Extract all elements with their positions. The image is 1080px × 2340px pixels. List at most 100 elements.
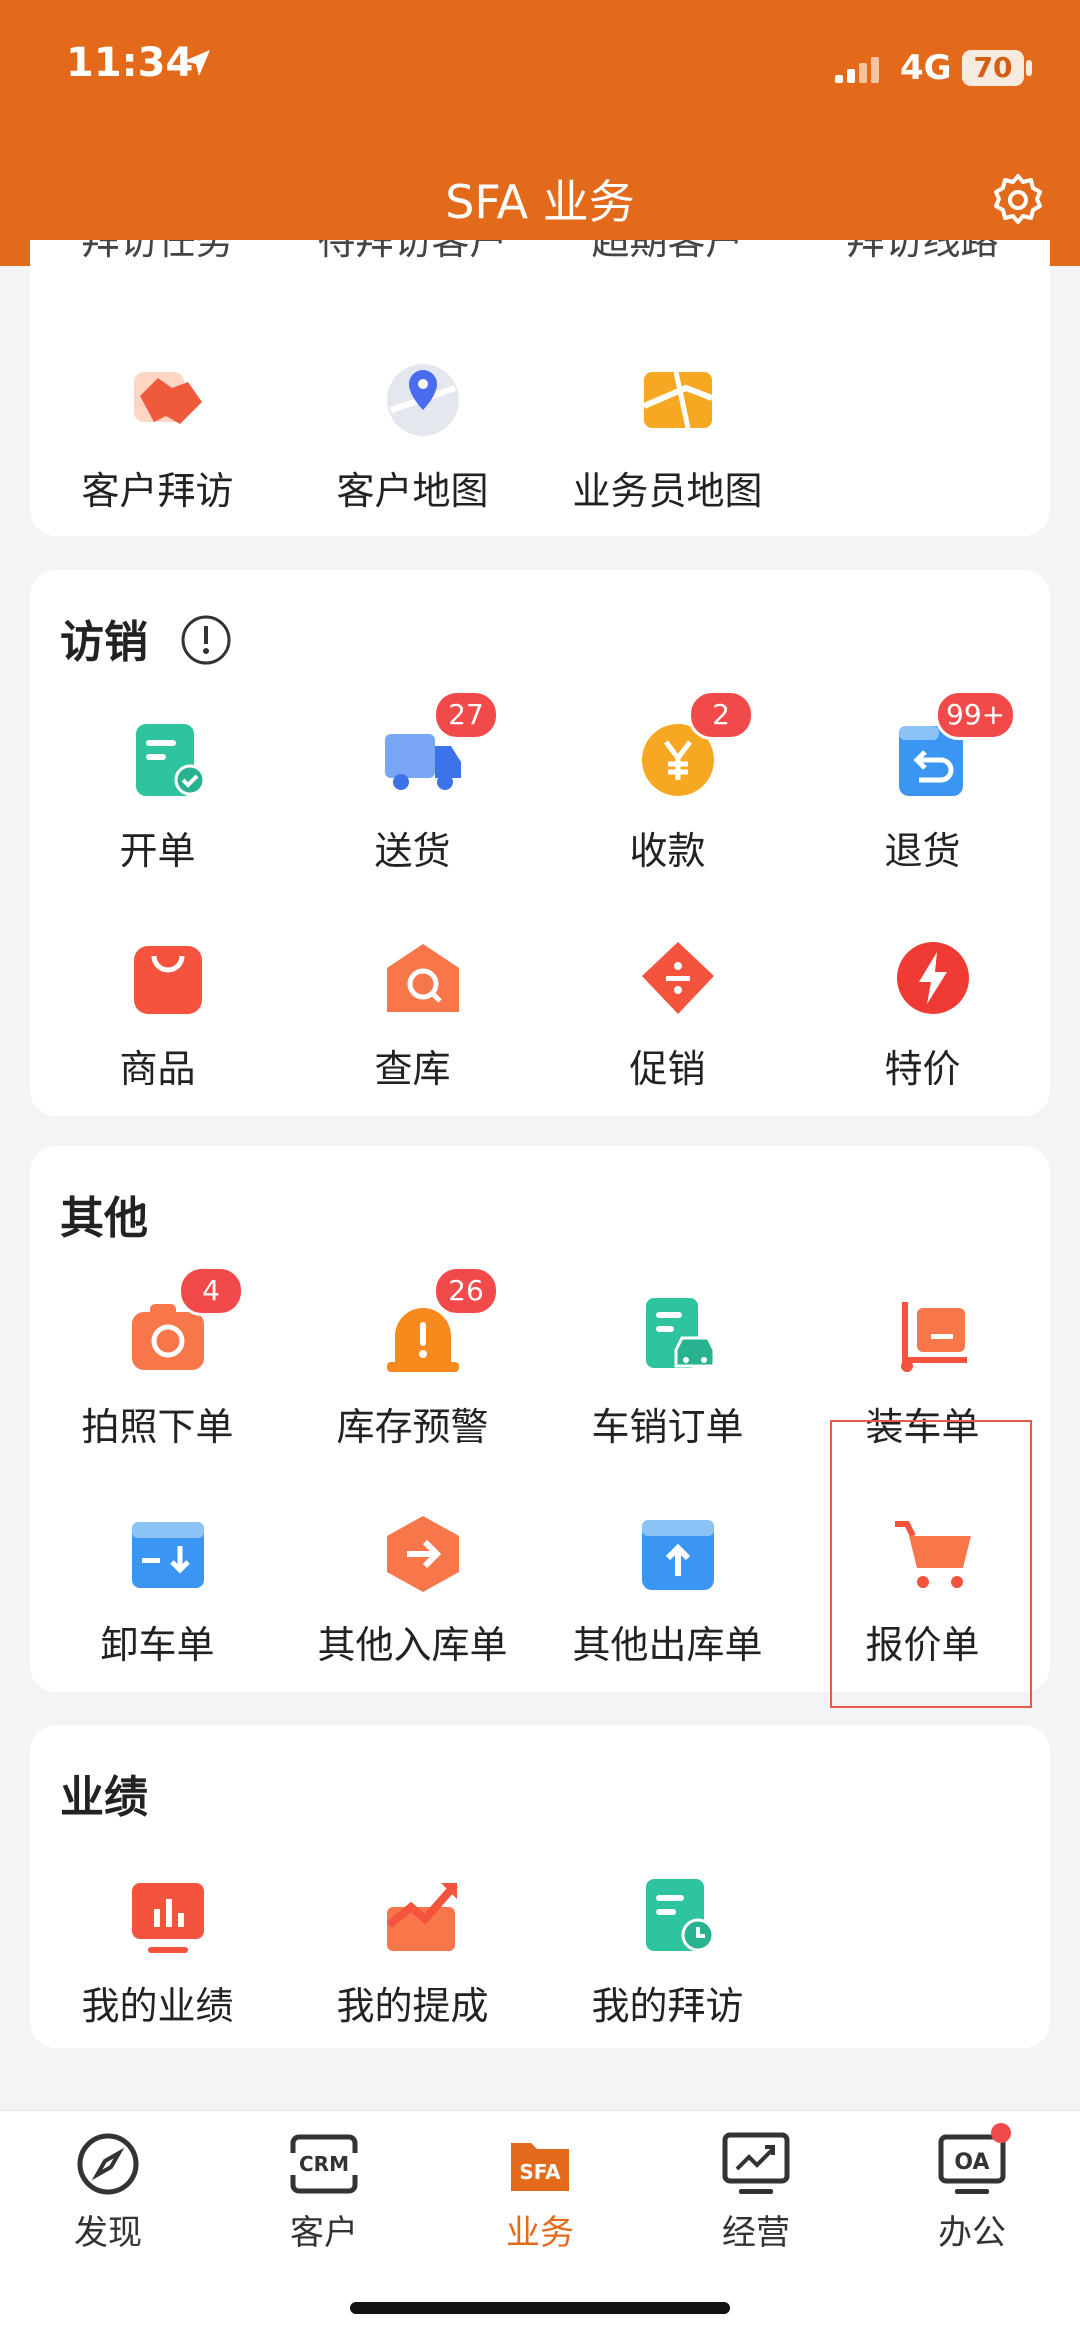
status-time: 11:34 (66, 40, 194, 86)
notification-badge: 26 (433, 1266, 499, 1316)
home-indicator (350, 2302, 730, 2314)
box-out-icon (642, 1520, 714, 1590)
map-pin-icon (387, 364, 459, 436)
sfa-icon-text: SFA (519, 2160, 561, 2184)
check-stock-button[interactable]: 查库 (285, 936, 540, 1136)
item-label: 我的提成 (336, 1984, 489, 2028)
location-arrow-icon (184, 50, 210, 76)
open-order-button[interactable]: 开单 (30, 718, 285, 918)
item-label: 客户地图 (336, 469, 489, 513)
item-label: 开单 (119, 829, 196, 873)
notification-badge: 2 (688, 690, 754, 740)
compass-icon (73, 2129, 143, 2199)
sfa-icon: SFA (505, 2129, 575, 2199)
tab-sfa[interactable]: SFA 业务 (432, 2129, 648, 2254)
order-icon (136, 724, 206, 796)
monitor-chart-icon (721, 2129, 791, 2199)
tab-label: 业务 (506, 2213, 574, 2253)
section-title: 业绩 (60, 1772, 148, 1823)
map-icon (642, 371, 714, 429)
my-visit-button[interactable]: 我的拜访 (540, 1873, 795, 2073)
other-inbound-button[interactable]: 其他入库单 (285, 1512, 540, 1712)
payment-button[interactable]: 2 收款 (540, 690, 795, 918)
item-label: 退货 (884, 829, 961, 873)
app-header: 11:34 4G 70 SFA 业务 (0, 0, 1080, 266)
crm-icon-text: CRM (299, 2152, 349, 2176)
clipped-label[interactable]: 拜访任务 (30, 240, 285, 265)
customer-visit-button[interactable]: 客户拜访 (30, 358, 285, 558)
item-label: 我的业绩 (81, 1984, 234, 2028)
gear-icon[interactable] (988, 170, 1048, 230)
item-label: 其他入库单 (317, 1623, 508, 1667)
tab-operation[interactable]: 经营 (648, 2129, 864, 2254)
oa-icon-text: OA (954, 2150, 989, 2175)
tab-label: 经营 (722, 2213, 790, 2253)
item-label: 商品 (119, 1047, 196, 1091)
trend-icon (386, 1882, 458, 1951)
clipped-label[interactable]: 待拜访客户 (285, 240, 540, 265)
item-label: 其他出库单 (572, 1623, 763, 1667)
promotion-button[interactable]: 促销 (540, 936, 795, 1136)
photo-order-button[interactable]: 4 拍照下单 (30, 1266, 285, 1494)
item-label: 送货 (374, 829, 451, 873)
section-title: 其他 (60, 1193, 148, 1244)
item-label: 拍照下单 (81, 1405, 234, 1449)
tag-icon (642, 942, 714, 1014)
section-title: 访销 (60, 617, 148, 668)
handshake-icon (134, 372, 202, 424)
my-performance-button[interactable]: 我的业绩 (30, 1873, 285, 2073)
stock-warning-button[interactable]: 26 库存预警 (285, 1266, 540, 1494)
signal-icon (835, 57, 879, 83)
chart-icon (132, 1883, 204, 1953)
tab-crm[interactable]: CRM 客户 (216, 2129, 432, 2254)
item-label: 客户拜访 (81, 469, 234, 513)
highlight-box (830, 1420, 1032, 1708)
performance-card: 业绩 我的业绩 我的提成 我的拜访 (30, 1725, 1050, 2048)
delivery-button[interactable]: 27 送货 (285, 690, 540, 918)
unload-icon (132, 1522, 204, 1588)
customer-map-button[interactable]: 客户地图 (285, 358, 540, 558)
item-label: 收款 (629, 829, 706, 873)
tab-label: 办公 (938, 2213, 1006, 2253)
special-price-button[interactable]: 特价 (795, 936, 1050, 1136)
my-commission-button[interactable]: 我的提成 (285, 1873, 540, 2073)
status-bar: 11:34 4G 70 (0, 0, 1080, 140)
car-order-icon (646, 1298, 716, 1368)
battery-cap (1026, 60, 1032, 76)
salesman-map-button[interactable]: 业务员地图 (540, 358, 795, 558)
lightning-icon (897, 942, 969, 1014)
notification-badge: 99+ (935, 690, 1017, 740)
item-label: 查库 (374, 1047, 451, 1091)
product-button[interactable]: 商品 (30, 936, 285, 1136)
battery-level: 70 (962, 50, 1024, 86)
unloading-order-button[interactable]: 卸车单 (30, 1512, 285, 1712)
car-sales-order-button[interactable]: 车销订单 (540, 1294, 795, 1494)
arrow-in-icon (387, 1516, 459, 1592)
return-goods-button[interactable]: 99+ 退货 (795, 690, 1050, 918)
notification-badge: 4 (178, 1266, 244, 1316)
clipped-label[interactable]: 拜访线路 (795, 240, 1050, 265)
notification-badge: 27 (433, 690, 499, 740)
crm-icon: CRM (289, 2129, 359, 2199)
warehouse-search-icon (387, 944, 459, 1012)
tab-discover[interactable]: 发现 (0, 2129, 216, 2254)
item-label: 我的拜访 (591, 1984, 744, 2028)
visit-tools-card: 拜访任务 待拜访客户 超期客户 拜访线路 客户拜访 客户地图 业务员地图 (30, 240, 1050, 536)
tab-label: 发现 (74, 2213, 142, 2253)
clipped-label-row: 拜访任务 待拜访客户 超期客户 拜访线路 (30, 240, 1050, 288)
item-label: 车销订单 (591, 1405, 744, 1449)
item-label: 业务员地图 (572, 469, 763, 513)
item-label: 特价 (884, 1047, 961, 1091)
tab-label: 客户 (290, 2213, 358, 2253)
bag-icon (134, 946, 202, 1014)
item-label: 库存预警 (336, 1405, 489, 1449)
visit-sales-card: 访销 开单 27 送货 2 收款 99+ 退货 商品 查库 促销 特价 (30, 570, 1050, 1116)
other-outbound-button[interactable]: 其他出库单 (540, 1512, 795, 1712)
notification-dot (991, 2123, 1011, 2143)
item-label: 卸车单 (100, 1623, 215, 1667)
item-label: 促销 (629, 1047, 706, 1091)
tab-office[interactable]: OA 办公 (864, 2123, 1080, 2254)
network-label: 4G (900, 48, 952, 88)
clipped-label[interactable]: 超期客户 (540, 240, 795, 265)
info-icon[interactable] (180, 614, 232, 666)
